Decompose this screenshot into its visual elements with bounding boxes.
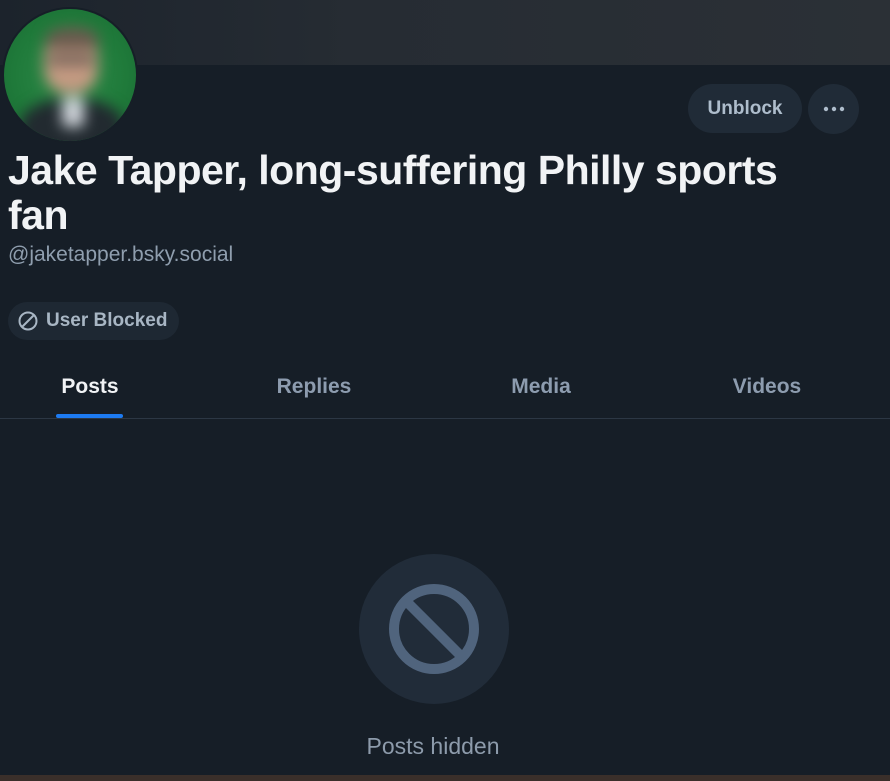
window-bottom-edge xyxy=(0,775,890,781)
tab-replies[interactable]: Replies xyxy=(180,355,448,418)
profile-handle: @jaketapper.bsky.social xyxy=(8,243,234,266)
avatar-image xyxy=(4,9,136,141)
user-blocked-badge: User Blocked xyxy=(8,302,180,340)
blocked-label: User Blocked xyxy=(46,310,168,331)
more-options-button[interactable] xyxy=(808,84,859,134)
ellipsis-icon xyxy=(823,106,844,112)
active-tab-indicator xyxy=(56,414,123,418)
unblock-button[interactable]: Unblock xyxy=(688,84,802,133)
avatar[interactable] xyxy=(2,7,138,143)
profile-page: Unblock Jake Tapper, long-suffering Phil… xyxy=(0,0,890,781)
tab-media[interactable]: Media xyxy=(448,355,634,418)
blocked-icon xyxy=(18,311,38,331)
tab-posts[interactable]: Posts xyxy=(0,355,180,418)
posts-hidden-label: Posts hidden xyxy=(366,733,500,759)
display-name: Jake Tapper, long-suffering Philly sport… xyxy=(8,147,778,238)
profile-tabs: Posts Replies Media Videos xyxy=(0,355,890,419)
tab-videos[interactable]: Videos xyxy=(634,355,890,418)
blocked-icon xyxy=(389,584,479,674)
posts-hidden-icon-circle xyxy=(359,554,509,704)
